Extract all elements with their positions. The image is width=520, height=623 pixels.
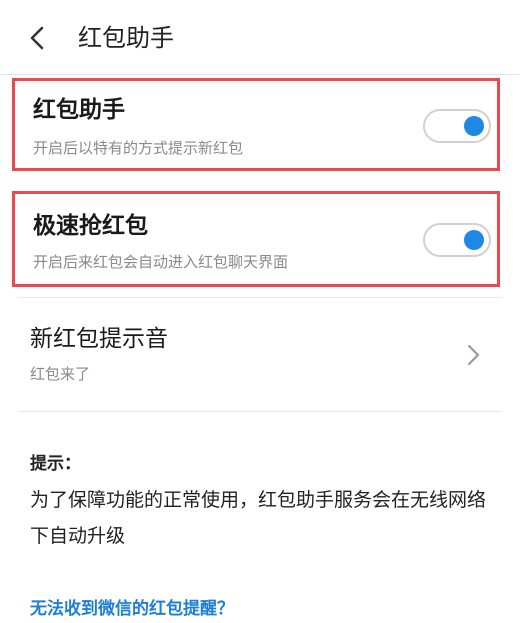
setting-value: 红包来了 — [30, 365, 91, 383]
hongbao-assistant-toggle[interactable] — [423, 109, 491, 143]
divider — [18, 297, 502, 298]
setting-title: 极速抢红包 — [33, 213, 148, 239]
toggle-knob — [464, 230, 484, 250]
setting-title: 新红包提示音 — [30, 326, 168, 352]
toggle-knob — [464, 116, 484, 136]
chevron-left-icon[interactable] — [24, 24, 52, 52]
divider — [18, 411, 502, 412]
setting-subtitle: 开启后以特有的方式提示新红包 — [33, 139, 244, 157]
setting-row-notification-sound[interactable]: 新红包提示音 红包来了 — [12, 300, 500, 410]
help-link[interactable]: 无法收到微信的红包提醒？ — [30, 598, 234, 620]
app-header: 红包助手 — [0, 0, 520, 75]
setting-row-hongbao-assistant: 红包助手 开启后以特有的方式提示新红包 — [12, 78, 500, 171]
tip-label: 提示： — [30, 454, 81, 474]
setting-subtitle: 开启后来红包会自动进入红包聊天界面 — [33, 253, 289, 271]
tip-text: 为了保障功能的正常使用，红包助手服务会在无线网络下自动升级 — [30, 489, 487, 547]
page-title: 红包助手 — [78, 24, 174, 52]
fast-grab-toggle[interactable] — [423, 223, 491, 257]
setting-row-fast-grab: 极速抢红包 开启后来红包会自动进入红包聊天界面 — [12, 191, 500, 287]
setting-title: 红包助手 — [33, 97, 125, 123]
chevron-right-icon[interactable] — [462, 343, 484, 367]
